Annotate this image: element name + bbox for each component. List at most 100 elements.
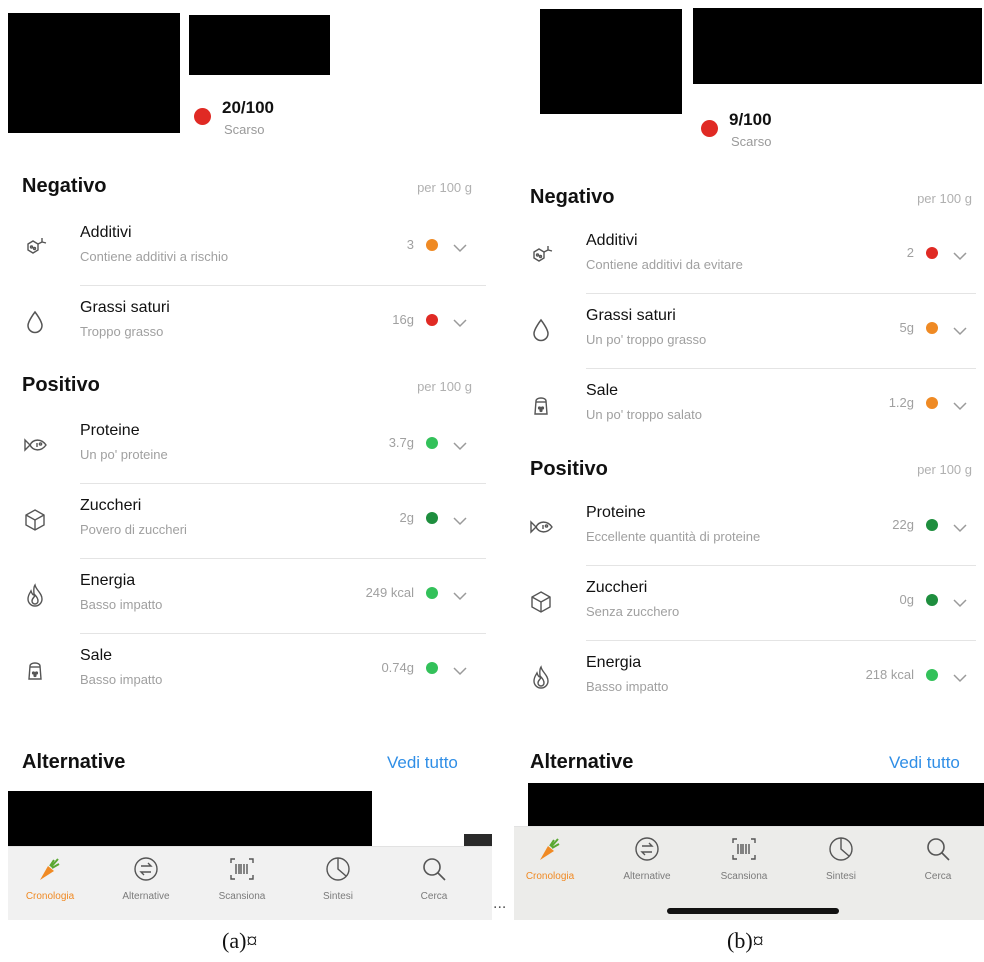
chevron-down-icon[interactable]: [952, 670, 968, 683]
rating-dot: [926, 247, 938, 259]
chevron-down-icon[interactable]: [452, 315, 468, 328]
nutrient-row[interactable]: Zuccheri Senza zucchero 0g: [512, 567, 980, 643]
score-value: 20/100: [222, 98, 274, 117]
nutrient-name: Grassi saturi: [80, 299, 170, 316]
nutrient-name: Energia: [586, 654, 642, 671]
chevron-down-icon[interactable]: [452, 438, 468, 451]
rating-dot: [426, 314, 438, 326]
tab-scansiona[interactable]: Scansiona: [194, 847, 290, 920]
nutrient-description: Un po' troppo grasso: [586, 332, 707, 347]
nutrient-row[interactable]: Grassi saturi Un po' troppo grasso 5g: [512, 295, 980, 371]
tab-label: Cerca: [420, 891, 448, 902]
nutrient-amount: 5g: [899, 320, 914, 335]
salt-shaker-icon: [22, 657, 48, 683]
tab-sintesi[interactable]: Sintesi: [290, 847, 386, 920]
nutrient-row[interactable]: Energia Basso impatto 249 kcal: [0, 560, 490, 636]
row-divider: [80, 483, 486, 484]
tab-label: Alternative: [623, 871, 671, 882]
tab-bar: Cronologia Alternative Scansiona Sintesi Cer…: [8, 846, 492, 920]
row-divider: [586, 640, 976, 641]
redacted-alternative-card[interactable]: [8, 791, 372, 851]
swap-icon: [633, 835, 661, 863]
tab-cronologia[interactable]: Cronologia: [2, 847, 98, 920]
chevron-down-icon[interactable]: [452, 663, 468, 676]
tab-sintesi[interactable]: Sintesi: [793, 827, 889, 901]
nutrient-row[interactable]: Grassi saturi Troppo grasso 16g: [0, 287, 490, 363]
redacted-alternative-card[interactable]: [528, 783, 984, 831]
redacted-product-name: [693, 8, 982, 84]
chevron-down-icon[interactable]: [452, 240, 468, 253]
drop-icon: [528, 317, 554, 343]
redacted-product-name: [189, 15, 330, 75]
nutrient-amount: 218 kcal: [865, 667, 914, 682]
nutrient-name: Sale: [586, 382, 619, 399]
search-icon: [924, 835, 952, 863]
nutrient-row[interactable]: Zuccheri Povero di zuccheri 2g: [0, 485, 490, 561]
tab-alternative[interactable]: Alternative: [599, 827, 695, 901]
flame-icon: [22, 582, 48, 608]
chevron-down-icon[interactable]: [452, 588, 468, 601]
row-divider: [80, 633, 486, 634]
positive-section-title: Positivo: [22, 374, 100, 396]
tab-cronologia[interactable]: Cronologia: [512, 827, 598, 901]
tab-scansiona[interactable]: Scansiona: [696, 827, 792, 901]
chevron-down-icon[interactable]: [452, 513, 468, 526]
nutrient-description: Contiene additivi a rischio: [80, 249, 229, 264]
nutrient-description: Basso impatto: [80, 672, 163, 687]
chevron-down-icon[interactable]: [952, 520, 968, 533]
additive-molecule-icon: [528, 242, 554, 268]
nutrient-row[interactable]: Proteine Un po' proteine 3.7g: [0, 410, 490, 486]
score-dot: [701, 120, 718, 137]
tab-bar: Cronologia Alternative Scansiona Sintesi Cer…: [514, 826, 984, 920]
nutrient-name: Proteine: [586, 504, 646, 521]
nutrient-row[interactable]: Energia Basso impatto 218 kcal: [512, 642, 980, 718]
chevron-down-icon[interactable]: [952, 595, 968, 608]
nutrient-row[interactable]: Additivi Contiene additivi a rischio 3: [0, 212, 490, 288]
fish-icon: [528, 514, 554, 540]
nutrient-amount: 1.2g: [888, 395, 914, 410]
score-label: Scarso: [731, 134, 772, 149]
nutrient-amount: 16g: [392, 312, 414, 327]
chevron-down-icon[interactable]: [952, 398, 968, 411]
nutrient-row[interactable]: Sale Un po' troppo salato 1.2g: [512, 370, 980, 446]
rating-dot: [926, 322, 938, 334]
nutrient-description: Contiene additivi da evitare: [586, 257, 743, 272]
negative-section-title: Negativo: [22, 175, 107, 197]
rating-dot: [926, 669, 938, 681]
nutrient-row[interactable]: Additivi Contiene additivi da evitare 2: [512, 220, 980, 296]
nutrient-description: Troppo grasso: [80, 324, 164, 339]
nutrient-description: Senza zucchero: [586, 604, 680, 619]
positive-section-unit: per 100 g: [917, 462, 972, 477]
tab-cerca[interactable]: Cerca: [386, 847, 482, 920]
nutrient-amount: 249 kcal: [365, 585, 414, 600]
chevron-down-icon[interactable]: [952, 248, 968, 261]
tab-cerca[interactable]: Cerca: [890, 827, 984, 901]
tab-alternative[interactable]: Alternative: [98, 847, 194, 920]
sugar-cube-icon: [22, 507, 48, 533]
nutrient-description: Basso impatto: [80, 597, 163, 612]
nutrient-amount: 2: [906, 245, 914, 260]
positive-section-title: Positivo: [530, 458, 608, 480]
nutrient-description: Povero di zuccheri: [80, 522, 187, 537]
chevron-down-icon[interactable]: [952, 323, 968, 336]
rating-dot: [426, 437, 438, 449]
score-value: 9/100: [729, 110, 772, 129]
nutrient-name: Additivi: [586, 232, 638, 249]
row-divider: [80, 558, 486, 559]
redacted-product-image: [540, 9, 682, 114]
row-divider: [586, 368, 976, 369]
rating-dot: [926, 397, 938, 409]
rating-dot: [926, 594, 938, 606]
nutrient-row[interactable]: Proteine Eccellente quantità di proteine 2…: [512, 492, 980, 568]
salt-shaker-icon: [528, 392, 554, 418]
nutrient-name: Zuccheri: [586, 579, 648, 596]
see-all-link[interactable]: Vedi tutto: [889, 753, 960, 773]
search-icon: [420, 855, 448, 883]
panel-separator: ...: [493, 895, 507, 912]
nutrient-amount: 3.7g: [388, 435, 414, 450]
positive-section-unit: per 100 g: [417, 379, 472, 394]
nutrient-name: Sale: [80, 647, 113, 664]
see-all-link[interactable]: Vedi tutto: [387, 753, 458, 773]
alternatives-title: Alternative: [530, 751, 634, 773]
nutrient-row[interactable]: Sale Basso impatto 0.74g: [0, 635, 490, 711]
